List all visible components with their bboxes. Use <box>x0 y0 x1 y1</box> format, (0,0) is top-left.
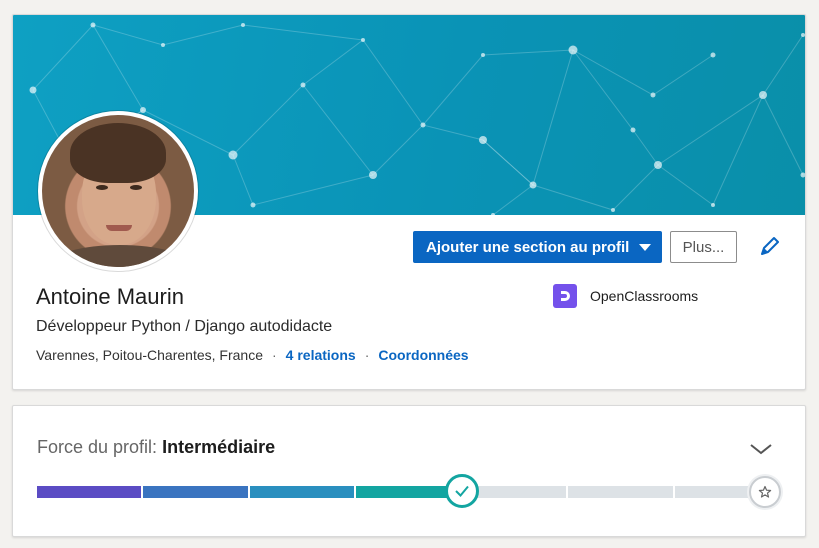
chevron-down-icon[interactable] <box>749 440 773 458</box>
profile-card: Ajouter une section au profil Plus... An… <box>12 14 806 390</box>
strength-segment <box>249 486 354 498</box>
profile-photo <box>42 115 194 267</box>
separator-dot: · <box>364 347 370 363</box>
relations-link[interactable]: 4 relations <box>286 347 356 363</box>
add-profile-section-label: Ajouter une section au profil <box>426 238 630 256</box>
profile-meta-line: Varennes, Poitou-Charentes, France · 4 r… <box>36 347 469 363</box>
profile-strength-meter <box>37 486 779 498</box>
school-name: OpenClassrooms <box>590 288 699 304</box>
strength-prefix: Force du profil: <box>37 437 158 457</box>
profile-headline: Développeur Python / Django autodidacte <box>36 318 333 335</box>
star-icon[interactable] <box>749 476 781 508</box>
school-entry[interactable]: OpenClassrooms <box>553 284 698 308</box>
add-profile-section-button[interactable]: Ajouter une section au profil <box>413 231 662 263</box>
contact-info-link[interactable]: Coordonnées <box>378 347 468 363</box>
more-button[interactable]: Plus... <box>670 231 737 263</box>
strength-segment <box>143 486 248 498</box>
pencil-icon[interactable] <box>755 233 783 261</box>
openclassrooms-logo-icon <box>553 284 577 308</box>
profile-name: Antoine Maurin <box>36 284 184 309</box>
separator-dot: · <box>271 347 277 363</box>
profile-location: Varennes, Poitou-Charentes, France <box>36 347 263 363</box>
profile-strength-label: Force du profil: Intermédiaire <box>37 437 275 458</box>
more-label: Plus... <box>682 238 725 256</box>
strength-level: Intermédiaire <box>162 437 276 457</box>
avatar[interactable] <box>38 111 198 271</box>
strength-segment <box>568 486 673 498</box>
strength-segment <box>37 486 142 498</box>
checkmark-icon <box>445 474 479 508</box>
profile-strength-card: Force du profil: Intermédiaire <box>12 405 806 537</box>
caret-down-icon <box>639 243 652 251</box>
